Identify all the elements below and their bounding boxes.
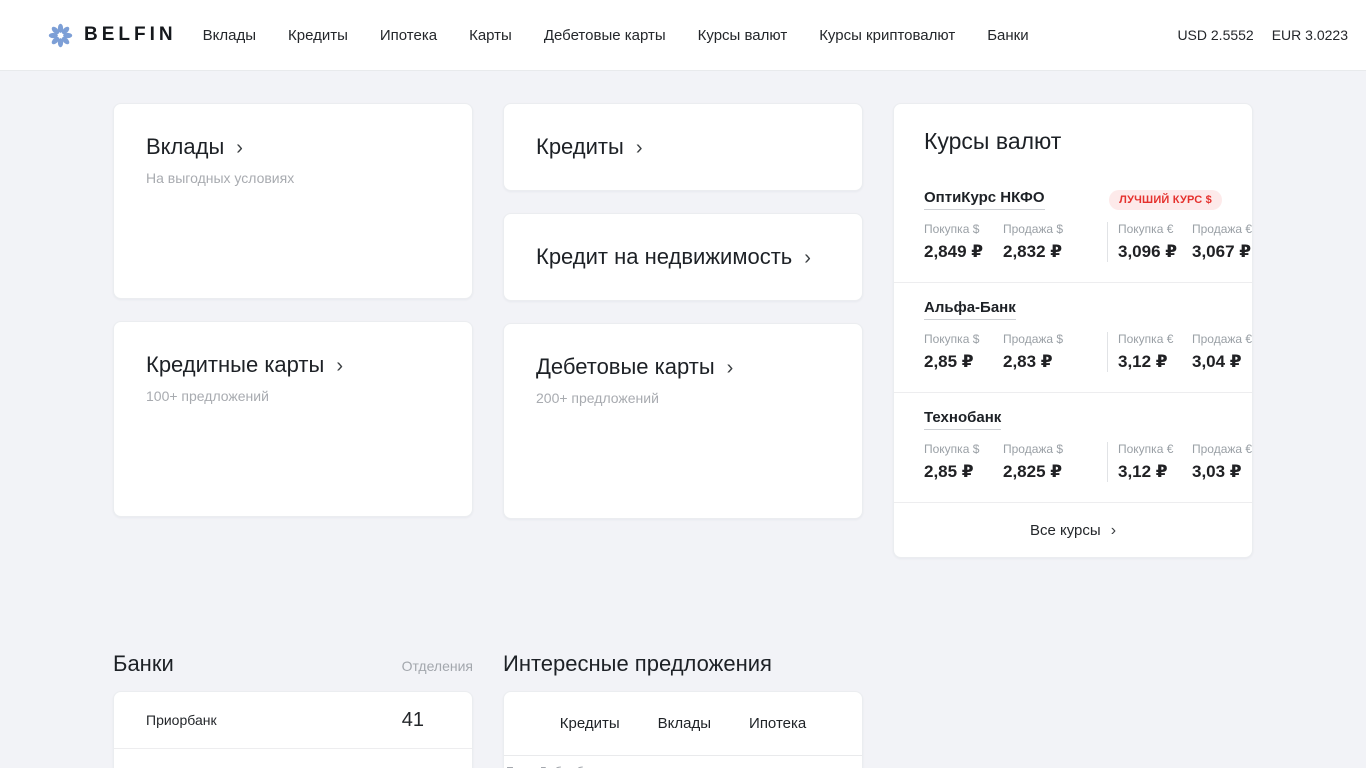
chevron-right-icon: › [236,138,243,158]
rate-cell-sell-eur: Продажа € 3,067 ₽ [1192,222,1252,262]
offer-item: Банк Дабрабыт Вклад «Капитальный безотзы… [504,756,862,768]
offers-tab-credits[interactable]: Кредиты [560,715,620,732]
banks-section-title: Банки [113,651,174,677]
nav-item-deposits[interactable]: Вклады [203,27,256,44]
quick-links-column-1: Вклады › На выгодных условиях Кредитные … [113,103,473,558]
best-rate-badge: ЛУЧШИЙ КУРС $ [1109,190,1222,210]
credits-card[interactable]: Кредиты › [503,103,863,191]
snowflake-logo-icon [47,22,74,49]
offers-tab-deposits[interactable]: Вклады [658,715,711,732]
offers-section: Интересные предложения Кредиты Вклады Ип… [503,651,863,768]
brand-name: BELFIN [84,24,177,46]
nav-item-currency-rates[interactable]: Курсы валют [698,27,788,44]
rate-cell-sell-usd: Продажа $ 2,825 ₽ [1003,442,1107,482]
rate-row-optikurs: ОптиКурс НКФО ЛУЧШИЙ КУРС $ Покупка $ 2,… [894,173,1252,282]
all-rates-link[interactable]: Все курсы › [894,502,1252,557]
chevron-right-icon: › [336,356,343,376]
top-header: BELFIN Вклады Кредиты Ипотека Карты Дебе… [0,0,1366,71]
rate-cell-buy-usd: Покупка $ 2,85 ₽ [924,442,1003,482]
banks-section: Банки Отделения Приорбанк 41 Все банки › [113,651,473,768]
ticker-eur: EUR 3.0223 [1272,27,1348,43]
chevron-right-icon: › [636,138,643,158]
bank-row-name: Приорбанк [146,712,217,728]
currency-rates-panel: Курсы валют ОптиКурс НКФО ЛУЧШИЙ КУРС $ … [893,103,1253,558]
brand-logo[interactable]: BELFIN [47,22,177,49]
nav-item-mortgage[interactable]: Ипотека [380,27,437,44]
real-estate-credit-card[interactable]: Кредит на недвижимость › [503,213,863,301]
nav-item-credits[interactable]: Кредиты [288,27,348,44]
bank-link-optikurs[interactable]: ОптиКурс НКФО [924,189,1045,210]
ticker-usd: USD 2.5552 [1177,27,1253,43]
offer-bank-name: Банк Дабрабыт [506,764,860,768]
debit-cards-card-title: Дебетовые карты [536,354,715,380]
credit-cards-card[interactable]: Кредитные карты › 100+ предложений [113,321,473,517]
offers-tabs: Кредиты Вклады Ипотека [504,692,862,756]
rates-panel-title: Курсы валют [894,128,1252,155]
chevron-right-icon: › [1111,523,1116,539]
credit-cards-card-subtitle: 100+ предложений [146,388,440,404]
rate-cell-buy-usd: Покупка $ 2,85 ₽ [924,332,1003,372]
deposits-card-title: Вклады [146,134,224,160]
offers-card: Кредиты Вклады Ипотека Банк Дабрабыт Вкл… [503,691,863,768]
nav-item-debit-cards[interactable]: Дебетовые карты [544,27,666,44]
rate-cell-sell-usd: Продажа $ 2,832 ₽ [1003,222,1107,262]
rate-row-technobank: Технобанк Покупка $ 2,85 ₽ Продажа $ 2,8… [894,392,1252,502]
banks-card: Приорбанк 41 Все банки › [113,691,473,768]
chevron-right-icon: › [804,248,811,268]
chevron-right-icon: › [727,358,734,378]
rate-cell-sell-eur: Продажа € 3,04 ₽ [1192,332,1252,372]
rate-row-alfabank: Альфа-Банк Покупка $ 2,85 ₽ Продажа $ 2,… [894,282,1252,392]
nav-item-cards[interactable]: Карты [469,27,512,44]
bank-link-alfabank[interactable]: Альфа-Банк [924,299,1016,320]
quick-links-column-2: Кредиты › Кредит на недвижимость › Дебет… [503,103,863,558]
rate-cell-buy-eur: Покупка € 3,096 ₽ [1107,222,1192,262]
debit-cards-card[interactable]: Дебетовые карты › 200+ предложений [503,323,863,519]
rate-cell-buy-usd: Покупка $ 2,849 ₽ [924,222,1003,262]
credit-cards-card-title: Кредитные карты [146,352,324,378]
rate-cell-sell-eur: Продажа € 3,03 ₽ [1192,442,1252,482]
branches-link[interactable]: Отделения [402,658,473,674]
nav-item-crypto-rates[interactable]: Курсы криптовалют [819,27,955,44]
offers-tab-mortgage[interactable]: Ипотека [749,715,806,732]
real-estate-card-title: Кредит на недвижимость [536,244,792,270]
rate-cell-buy-eur: Покупка € 3,12 ₽ [1107,442,1192,482]
bank-row-priorbank[interactable]: Приорбанк 41 [114,692,472,748]
deposits-card[interactable]: Вклады › На выгодных условиях [113,103,473,299]
bank-link-technobank[interactable]: Технобанк [924,409,1001,430]
rate-cell-sell-usd: Продажа $ 2,83 ₽ [1003,332,1107,372]
bank-row-branch-count: 41 [402,709,424,732]
nav-item-banks[interactable]: Банки [987,27,1028,44]
main-nav: Вклады Кредиты Ипотека Карты Дебетовые к… [203,27,1029,44]
credits-card-title: Кредиты [536,134,624,160]
debit-cards-card-subtitle: 200+ предложений [536,390,830,406]
rate-cell-buy-eur: Покупка € 3,12 ₽ [1107,332,1192,372]
currency-ticker: USD 2.5552 EUR 3.0223 [1177,27,1348,43]
all-banks-link[interactable]: Все банки › [114,748,472,768]
offers-section-title: Интересные предложения [503,651,772,677]
deposits-card-subtitle: На выгодных условиях [146,170,440,186]
